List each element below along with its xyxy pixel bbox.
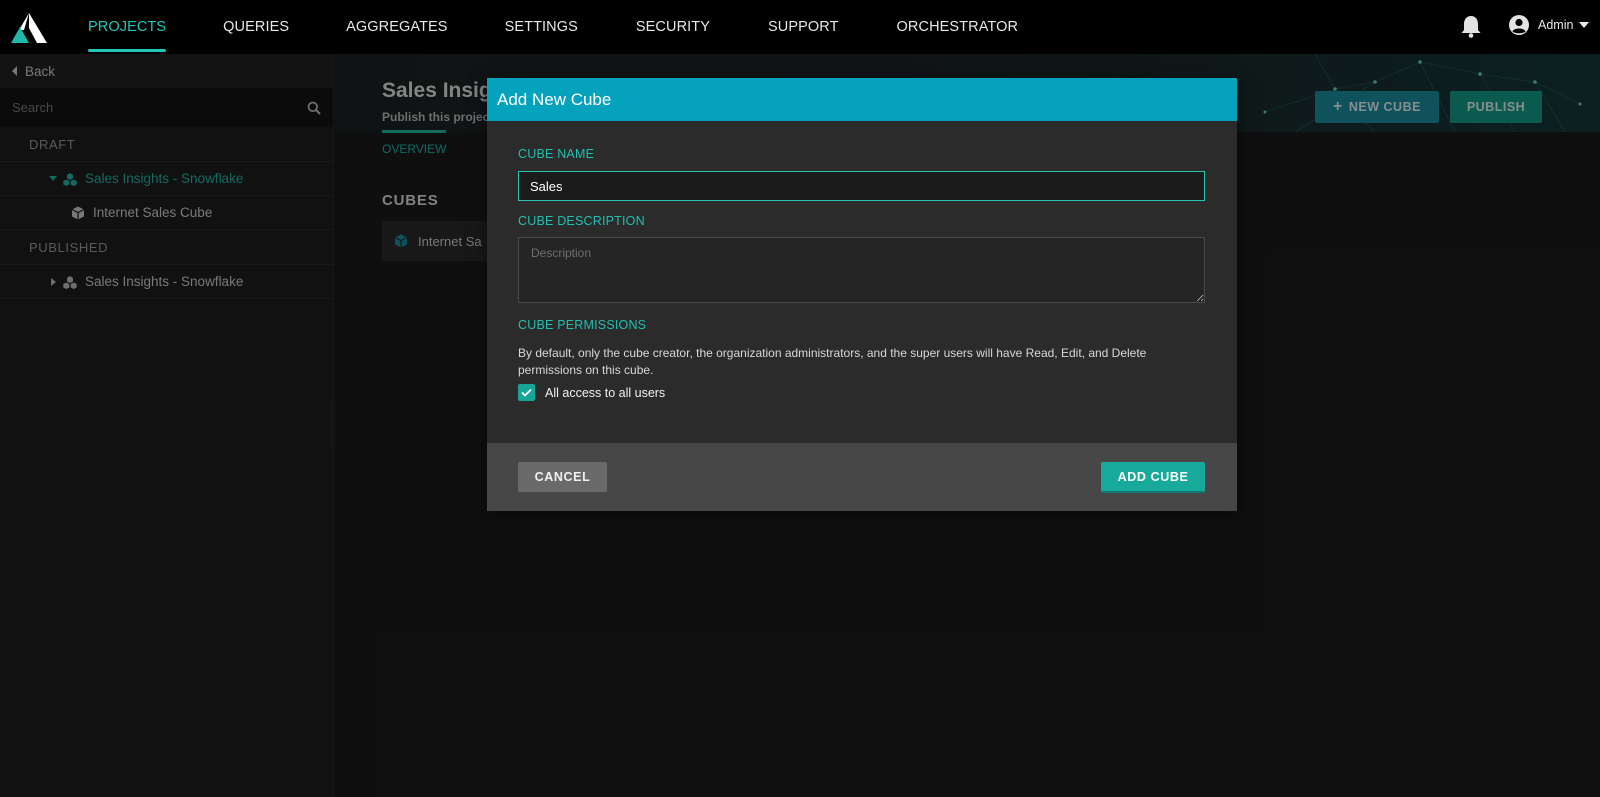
cube-permissions-label: CUBE PERMISSIONS: [518, 318, 647, 332]
modal-footer: CANCEL ADD CUBE: [487, 443, 1237, 511]
cube-name-input[interactable]: [518, 171, 1205, 201]
bell-icon[interactable]: [1460, 14, 1482, 38]
top-navbar: PROJECTS QUERIES AGGREGATES SETTINGS SEC…: [0, 0, 1600, 54]
add-cube-modal: Add New Cube CUBE NAME CUBE DESCRIPTION …: [487, 78, 1237, 511]
all-access-checkbox[interactable]: [518, 384, 535, 401]
permissions-description: By default, only the cube creator, the o…: [518, 346, 1147, 377]
nav-security[interactable]: SECURITY: [636, 0, 710, 54]
cube-description-input[interactable]: [518, 237, 1205, 303]
chevron-down-icon: [1579, 22, 1590, 28]
nav-support[interactable]: SUPPORT: [768, 0, 839, 54]
main-nav: PROJECTS QUERIES AGGREGATES SETTINGS SEC…: [88, 0, 1018, 54]
cancel-button[interactable]: CANCEL: [518, 462, 607, 492]
check-icon: [521, 388, 532, 397]
add-cube-button[interactable]: ADD CUBE: [1101, 462, 1205, 493]
all-access-checkbox-row[interactable]: All access to all users: [518, 384, 665, 401]
nav-aggregates[interactable]: AGGREGATES: [346, 0, 447, 54]
modal-title: Add New Cube: [487, 78, 1237, 121]
user-menu[interactable]: Admin: [1508, 14, 1590, 36]
all-access-label: All access to all users: [545, 385, 666, 400]
nav-projects[interactable]: PROJECTS: [88, 0, 167, 54]
user-avatar-icon: [1509, 15, 1529, 35]
logo-icon[interactable]: [11, 13, 47, 43]
nav-settings[interactable]: SETTINGS: [505, 0, 578, 54]
nav-orchestrator[interactable]: ORCHESTRATOR: [897, 0, 1019, 54]
nav-queries[interactable]: QUERIES: [223, 0, 289, 54]
modal-body: CUBE NAME CUBE DESCRIPTION CUBE PERMISSI…: [487, 121, 1237, 443]
cube-name-label: CUBE NAME: [518, 147, 595, 161]
user-name: Admin: [1538, 18, 1574, 32]
cube-description-label: CUBE DESCRIPTION: [518, 214, 645, 228]
